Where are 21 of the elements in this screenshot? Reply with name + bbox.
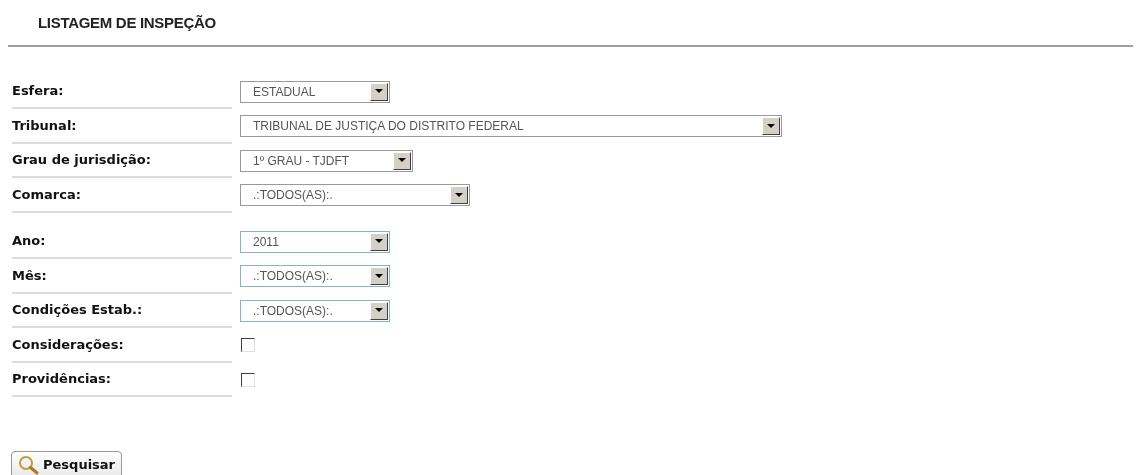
- field-label: Providências:: [12, 370, 112, 388]
- dropdown[interactable]: .:TODOS(AS):.: [240, 299, 390, 322]
- field-label: Considerações:: [12, 335, 124, 354]
- dropdown[interactable]: TRIBUNAL DE JUSTIÇA DO DISTRITO FEDERAL: [240, 115, 782, 138]
- dropdown[interactable]: .:TODOS(AS):.: [240, 184, 470, 207]
- field-label: Ano:: [12, 232, 46, 250]
- field-label: Esfera:: [12, 82, 64, 100]
- field-label: Tribunal:: [12, 116, 77, 135]
- checkbox[interactable]: [241, 338, 255, 353]
- dropdown[interactable]: .:TODOS(AS):.: [240, 265, 390, 288]
- field-label: Comarca:: [12, 185, 81, 204]
- field-label: Grau de jurisdição:: [12, 151, 151, 169]
- dropdown[interactable]: ESTADUAL: [240, 80, 390, 103]
- dropdown[interactable]: 1º GRAU - TJDFT: [240, 149, 413, 172]
- search-icon: [18, 455, 40, 475]
- page-title: LISTAGEM DE INSPEÇÃO: [38, 13, 217, 33]
- field-label: Condições Estab.:: [12, 301, 143, 319]
- field-label: Mês:: [12, 266, 47, 285]
- checkbox[interactable]: [241, 372, 255, 387]
- dropdown[interactable]: 2011: [240, 230, 390, 253]
- search-button[interactable]: Pesquisar: [11, 451, 123, 475]
